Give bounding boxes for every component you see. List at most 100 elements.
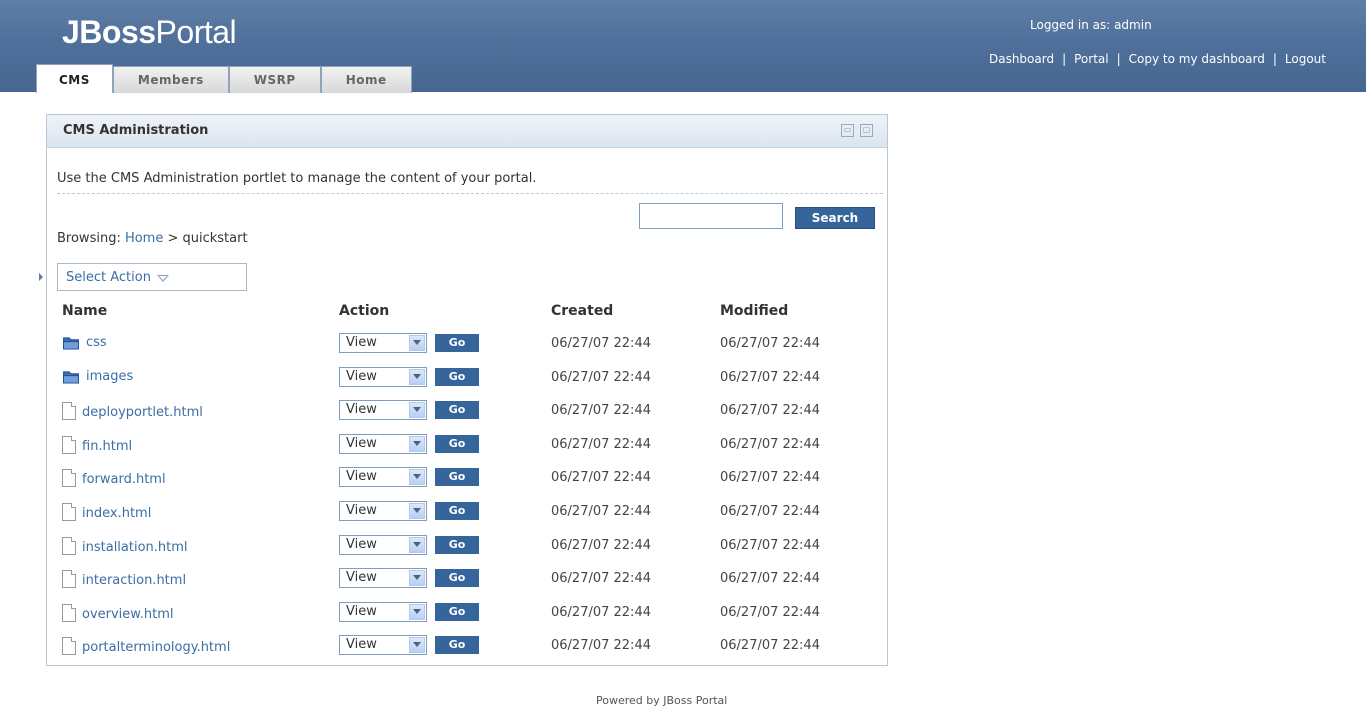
table-row: interaction.html View Go 06/27/07 22:44 06/2… xyxy=(47,564,887,598)
go-button[interactable]: Go xyxy=(435,502,479,520)
logged-in-text: Logged in as: admin xyxy=(1030,18,1152,32)
table-row: installation.html View Go 06/27/07 22:44 06/… xyxy=(47,531,887,565)
chevron-down-icon xyxy=(409,335,425,351)
modified-date: 06/27/07 22:44 xyxy=(720,638,820,654)
action-select[interactable]: View xyxy=(339,333,427,353)
powered-by-text: Powered by JBoss Portal xyxy=(596,694,728,707)
file-link[interactable]: deployportlet.html xyxy=(82,405,203,420)
logo: JBossPortal xyxy=(62,14,237,50)
row-name: css xyxy=(62,335,107,350)
table-row: index.html View Go 06/27/07 22:44 06/27/07 2… xyxy=(47,497,887,531)
created-date: 06/27/07 22:44 xyxy=(551,604,651,620)
go-button[interactable]: Go xyxy=(435,367,479,386)
portlet-titlebar: CMS Administration ▭ ▢ xyxy=(47,115,887,148)
go-button[interactable]: Go xyxy=(435,569,479,588)
file-icon xyxy=(62,603,76,622)
link-copy-to-dashboard[interactable]: Copy to my dashboard xyxy=(1129,52,1265,66)
table-row: deployportlet.html View Go 06/27/07 22:44 06… xyxy=(47,396,887,430)
row-name: images xyxy=(62,369,133,384)
modified-date: 06/27/07 22:44 xyxy=(720,369,820,385)
file-link[interactable]: interaction.html xyxy=(82,573,186,588)
file-link[interactable]: css xyxy=(86,335,107,350)
created-date: 06/27/07 22:44 xyxy=(551,504,651,519)
file-icon xyxy=(62,570,76,589)
action-select[interactable]: View xyxy=(339,635,427,656)
go-button[interactable]: Go xyxy=(435,434,479,453)
modified-date: 06/27/07 22:44 xyxy=(720,403,820,419)
intro-text: Use the CMS Administration portlet to ma… xyxy=(57,171,537,186)
go-button[interactable]: Go xyxy=(435,401,479,420)
tab-bar: CMS Members WSRP Home xyxy=(36,64,412,93)
link-logout[interactable]: Logout xyxy=(1285,52,1326,66)
col-name: Name xyxy=(62,303,108,319)
modified-date: 06/27/07 22:44 xyxy=(720,504,820,519)
chevron-down-icon xyxy=(409,603,425,620)
search-button[interactable]: Search xyxy=(795,207,875,229)
minimize-icon[interactable]: ▭ xyxy=(841,124,854,137)
tab-cms[interactable]: CMS xyxy=(36,64,113,93)
go-button[interactable]: Go xyxy=(435,468,479,487)
maximize-icon[interactable]: ▢ xyxy=(860,124,873,137)
link-portal[interactable]: Portal xyxy=(1074,52,1108,66)
chevron-down-icon xyxy=(409,536,425,553)
chevron-down-icon xyxy=(156,275,169,282)
go-button[interactable]: Go xyxy=(435,602,479,621)
action-select[interactable]: View xyxy=(339,601,427,622)
select-action-dropdown[interactable]: Select Action xyxy=(57,263,247,291)
folder-icon xyxy=(63,370,79,384)
go-button[interactable]: Go xyxy=(435,636,479,655)
table-row: images View Go 06/27/07 22:44 06/27/07 22:44 xyxy=(47,363,887,397)
row-name: interaction.html xyxy=(62,570,186,589)
file-icon xyxy=(62,536,76,555)
file-link[interactable]: fin.html xyxy=(82,439,132,454)
file-icon xyxy=(62,503,76,521)
file-icon xyxy=(62,402,76,421)
action-select[interactable]: View xyxy=(339,568,427,589)
tab-home[interactable]: Home xyxy=(320,66,412,93)
row-name: overview.html xyxy=(62,603,173,622)
created-date: 06/27/07 22:44 xyxy=(551,336,651,351)
tab-wsrp[interactable]: WSRP xyxy=(228,66,321,93)
table-row: portalterminology.html View Go 06/27/07 22:… xyxy=(47,631,887,665)
file-link[interactable]: portalterminology.html xyxy=(82,640,230,655)
created-date: 06/27/07 22:44 xyxy=(551,436,651,452)
file-link[interactable]: images xyxy=(86,369,133,384)
created-date: 06/27/07 22:44 xyxy=(551,537,651,553)
action-select[interactable]: View xyxy=(339,534,427,555)
col-created: Created xyxy=(551,303,614,319)
created-date: 06/27/07 22:44 xyxy=(551,470,651,486)
breadcrumb-home-link[interactable]: Home xyxy=(125,231,163,246)
table-row: css View Go 06/27/07 22:44 06/27/07 22:44 xyxy=(47,329,887,363)
action-select[interactable]: View xyxy=(339,433,427,454)
link-dashboard[interactable]: Dashboard xyxy=(989,52,1054,66)
portlet-title: CMS Administration xyxy=(63,123,209,138)
header-bar: JBossPortal Logged in as: admin Dashboar… xyxy=(0,0,1366,93)
file-link[interactable]: forward.html xyxy=(82,472,166,487)
action-select[interactable]: View xyxy=(339,400,427,421)
row-name: deployportlet.html xyxy=(62,402,203,421)
file-link[interactable]: index.html xyxy=(82,506,151,521)
modified-date: 06/27/07 22:44 xyxy=(720,571,820,587)
file-link[interactable]: overview.html xyxy=(82,607,173,622)
file-icon xyxy=(62,637,76,656)
modified-date: 06/27/07 22:44 xyxy=(720,537,820,553)
go-button[interactable]: Go xyxy=(435,334,479,352)
go-button[interactable]: Go xyxy=(435,535,479,554)
row-name: portalterminology.html xyxy=(62,637,230,656)
file-icon xyxy=(62,435,76,454)
modified-date: 06/27/07 22:44 xyxy=(720,436,820,452)
modified-date: 06/27/07 22:44 xyxy=(720,470,820,486)
row-name: installation.html xyxy=(62,536,188,555)
caret-right-icon xyxy=(39,273,43,281)
tab-members[interactable]: Members xyxy=(112,66,229,93)
created-date: 06/27/07 22:44 xyxy=(551,403,651,419)
chevron-down-icon xyxy=(409,570,425,587)
cms-admin-portlet: CMS Administration ▭ ▢ Use the CMS Admin… xyxy=(39,114,888,666)
action-select[interactable]: View xyxy=(339,467,427,488)
search-input[interactable] xyxy=(639,203,783,229)
chevron-down-icon xyxy=(409,503,425,519)
action-select[interactable]: View xyxy=(339,366,427,387)
chevron-down-icon xyxy=(409,435,425,452)
file-link[interactable]: installation.html xyxy=(82,540,188,555)
action-select[interactable]: View xyxy=(339,501,427,521)
